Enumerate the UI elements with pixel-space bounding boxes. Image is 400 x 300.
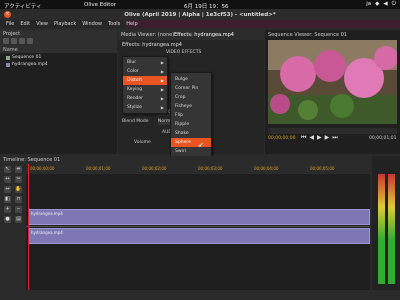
menu-item-fisheye[interactable]: Fisheye	[171, 102, 211, 111]
audio-meter-right	[388, 174, 395, 284]
volume-label: Volume	[134, 140, 151, 145]
go-to-start-icon[interactable]: ⏮	[301, 134, 306, 142]
step-back-icon[interactable]: ◀	[309, 134, 314, 142]
step-forward-icon[interactable]: ▶	[325, 134, 330, 142]
record-icon[interactable]: ●	[4, 216, 11, 223]
list-view-icon[interactable]	[27, 38, 33, 44]
ruler-tick-label: 00;00;00;00	[30, 166, 55, 171]
snap-toggle-icon[interactable]: ⊓	[15, 196, 22, 203]
edit-tool-icon[interactable]: ⇹	[15, 166, 22, 173]
timeline-area[interactable]: 00;00;00;00 00;00;01;00 00;00;02;00 00;0…	[26, 164, 370, 290]
volume-icon: ◀	[383, 1, 388, 7]
sequence-icon	[6, 55, 10, 60]
viewer-timecode-start: 00;00;00;00	[268, 136, 296, 141]
audio-meters	[372, 156, 400, 290]
window-title: Olive (April 2019 | Alpha | 1e3cf53) - <…	[124, 11, 276, 18]
menu-window[interactable]: Window	[82, 20, 102, 28]
sequence-viewer-panel: Sequence Viewer: Sequence 01 00;00;00;00…	[265, 30, 400, 154]
menu-item-flip[interactable]: Flip	[171, 111, 211, 120]
menu-playback[interactable]: Playback	[54, 20, 76, 28]
mouse-cursor-icon: ➹	[198, 141, 204, 149]
power-icon: ⏻	[391, 1, 396, 7]
menu-item-color[interactable]: Color ▶	[123, 67, 167, 76]
tab-effects[interactable]: Effects: hydrangea.mp4	[174, 32, 234, 38]
add-track-icon[interactable]: ▤	[15, 216, 22, 223]
zoom-in-icon[interactable]: +	[4, 206, 11, 213]
list-item[interactable]: Sequence 01	[6, 55, 41, 60]
timeline-title: Timeline: Sequence 01	[3, 157, 61, 163]
track-divider	[26, 226, 370, 227]
tab-media-viewer[interactable]: Media Viewer: (none)	[121, 32, 174, 38]
ripple-tool-icon[interactable]: ↔	[4, 176, 11, 183]
hand-tool-icon[interactable]: ✋	[15, 186, 22, 193]
sequence-viewer-title: Sequence Viewer: Sequence 01	[268, 32, 348, 38]
menu-item-distort[interactable]: Distort ▶	[123, 76, 167, 85]
menu-help[interactable]: Help	[126, 20, 137, 28]
clip-label: hydrangea.mp4	[31, 211, 63, 216]
timeline-ruler[interactable]: 00;00;00;00 00;00;01;00 00;00;02;00 00;0…	[26, 164, 370, 174]
menu-item-blur[interactable]: Blur ▶	[123, 58, 167, 67]
app-menu[interactable]: Olive Editor	[84, 2, 116, 8]
viewer-tabs: Media Viewer: (none) Effects: hydrangea.…	[118, 30, 264, 40]
ruler-tick-label: 00;00;04;00	[254, 166, 279, 171]
audio-clip[interactable]: hydrangea.mp4	[28, 228, 370, 244]
menu-tools[interactable]: Tools	[108, 20, 120, 28]
menu-item-stylize[interactable]: Stylize ▶	[123, 103, 167, 112]
list-item[interactable]: hydrangea.mp4	[6, 62, 48, 67]
list-item-label: Sequence 01	[12, 55, 42, 60]
menu-bar: File Edit View Playback Window Tools Hel…	[0, 20, 138, 28]
ruler-tick-label: 00;00;05;00	[310, 166, 335, 171]
viewer-timecode-end: 00;00;01;01	[369, 136, 397, 141]
menu-item-keying[interactable]: Keying ▶	[123, 85, 167, 94]
project-title: Project	[3, 31, 21, 37]
go-to-end-icon[interactable]: ⏭	[332, 134, 337, 142]
video-effects-header[interactable]: VIDEO EFFECTS	[166, 50, 201, 55]
project-toolbar	[3, 38, 33, 44]
menu-item-shake[interactable]: Shake	[171, 129, 211, 138]
new-item-icon[interactable]	[3, 38, 9, 44]
menu-item-bulge[interactable]: Bulge	[171, 75, 211, 84]
menu-item-swirl[interactable]: Swirl	[171, 147, 211, 156]
clip-label: hydrangea.mp4	[31, 230, 63, 235]
system-tray[interactable]: ja ◆ ◀ ⏻	[366, 1, 396, 8]
ruler-tick-label: 00;00;02;00	[142, 166, 167, 171]
audio-meter-left	[378, 174, 385, 284]
blend-mode-label: Blend Mode	[122, 119, 149, 124]
menu-file[interactable]: File	[6, 20, 14, 28]
project-list: Sequence 01 hydrangea.mp4	[0, 53, 117, 154]
menu-item-ripple[interactable]: Ripple	[171, 120, 211, 129]
pointer-tool-icon[interactable]: ↖	[4, 166, 11, 173]
menu-item-crop[interactable]: Crop	[171, 93, 211, 102]
video-preview[interactable]	[268, 40, 397, 124]
timeline-header: Timeline: Sequence 01	[0, 156, 400, 164]
system-top-bar: アクティビティ Olive Editor 6月 19日 19：56 ja ◆ ◀…	[0, 0, 400, 10]
window-title-bar: × Olive (April 2019 | Alpha | 1e3cf53) -…	[0, 9, 400, 20]
video-clip[interactable]: hydrangea.mp4	[28, 209, 370, 225]
timeline-tools: ↖ ⇹ ↔ ✂ ⇔ ✋ ◧ ⊓ + − ● ▤	[0, 164, 26, 290]
playhead[interactable]	[28, 164, 29, 290]
open-icon[interactable]	[11, 38, 17, 44]
effects-title: Effects: hydrangea.mp4	[122, 42, 182, 48]
menu-view[interactable]: View	[36, 20, 48, 28]
playback-controls: ⏮ ◀ ▶ ▶ ⏭	[301, 134, 338, 142]
play-icon[interactable]: ▶	[317, 134, 322, 142]
menu-item-corner-pin[interactable]: Corner Pin	[171, 84, 211, 93]
ruler-tick-label: 00;00;03;00	[198, 166, 223, 171]
network-icon: ◆	[375, 1, 380, 7]
delete-icon[interactable]	[19, 38, 25, 44]
ruler-tick-label: 00;00;01;00	[86, 166, 111, 171]
menu-edit[interactable]: Edit	[20, 20, 30, 28]
transition-tool-icon[interactable]: ◧	[4, 196, 11, 203]
project-panel: Project Name Sequence 01 hydrangea.mp4	[0, 30, 117, 154]
effect-category-menu: Blur ▶ Color ▶ Distort ▶ Keying ▶ Render ▶ St…	[122, 56, 168, 114]
slip-tool-icon[interactable]: ⇔	[4, 186, 11, 193]
hydrangea-frame	[268, 40, 397, 124]
language-indicator[interactable]: ja	[366, 1, 371, 8]
razor-tool-icon[interactable]: ✂	[15, 176, 22, 183]
zoom-out-icon[interactable]: −	[15, 206, 22, 213]
list-item-label: hydrangea.mp4	[12, 62, 48, 67]
menu-item-sphere[interactable]: Sphere	[171, 138, 211, 147]
menu-item-render[interactable]: Render ▶	[123, 94, 167, 103]
video-file-icon	[6, 62, 10, 67]
